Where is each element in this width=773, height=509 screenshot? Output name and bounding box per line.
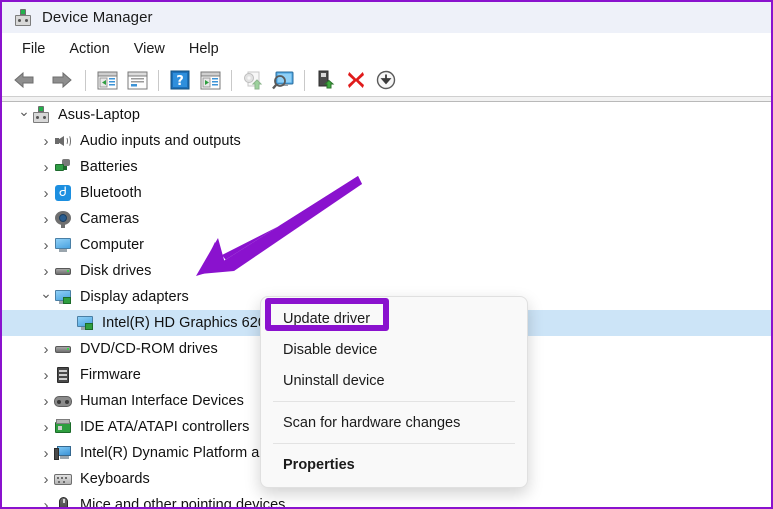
camera-icon — [54, 210, 72, 228]
tree-item-computer[interactable]: Computer — [2, 232, 771, 258]
context-menu-item-properties[interactable]: Properties — [261, 449, 527, 480]
tree-item-label: Computer — [80, 237, 145, 253]
firmware-icon — [54, 366, 72, 384]
uninstall-device-icon[interactable] — [342, 67, 370, 93]
enable-device-icon[interactable] — [312, 67, 340, 93]
menu-file[interactable]: File — [12, 38, 55, 60]
show-hide-action-pane-icon[interactable] — [196, 67, 224, 93]
tree-item-mice-and-other-pointing-devices[interactable]: Mice and other pointing devices — [2, 492, 771, 507]
chevron-down-icon[interactable] — [38, 290, 54, 305]
tree-item-label: Cameras — [80, 211, 140, 227]
scan-for-hardware-changes-icon[interactable] — [269, 67, 297, 93]
help-icon[interactable]: ? — [166, 67, 194, 93]
context-menu-item-uninstall-device[interactable]: Uninstall device — [261, 365, 527, 396]
properties-icon[interactable] — [123, 67, 151, 93]
show-hide-console-tree-icon[interactable] — [93, 67, 121, 93]
chevron-right-icon[interactable] — [38, 238, 54, 253]
menu-view[interactable]: View — [124, 38, 175, 60]
context-menu[interactable]: Update driver Disable device Uninstall d… — [260, 296, 528, 488]
mouse-icon — [54, 496, 72, 507]
context-menu-item-update-driver[interactable]: Update driver — [261, 303, 527, 334]
toolbar-separator — [231, 69, 232, 91]
tree-item-label: Intel(R) HD Graphics 620 — [102, 315, 266, 331]
battery-icon — [54, 158, 72, 176]
chevron-right-icon[interactable] — [38, 186, 54, 201]
chevron-right-icon[interactable] — [38, 446, 54, 461]
tree-item-label: Human Interface Devices — [80, 393, 244, 409]
disable-device-icon[interactable] — [372, 67, 400, 93]
disk-drive-icon — [54, 340, 72, 358]
speaker-icon — [54, 132, 72, 150]
chevron-right-icon[interactable] — [38, 212, 54, 227]
tree-item-bluetooth[interactable]: Ꮷ Bluetooth — [2, 180, 771, 206]
device-manager-window: Device Manager File Action View Help ? ⌄… — [0, 0, 773, 509]
context-menu-separator — [273, 401, 515, 402]
tree-item-label: Audio inputs and outputs — [80, 133, 241, 149]
tree-item-batteries[interactable]: Batteries — [2, 154, 771, 180]
chevron-right-icon[interactable] — [38, 394, 54, 409]
chevron-right-icon[interactable] — [38, 342, 54, 357]
bluetooth-icon: Ꮷ — [54, 184, 72, 202]
computer-icon — [54, 236, 72, 254]
chevron-right-icon[interactable] — [38, 134, 54, 149]
tree-item-disk-drives[interactable]: Disk drives — [2, 258, 771, 284]
keyboard-icon — [54, 470, 72, 488]
window-title: Device Manager — [42, 9, 153, 26]
computer-root-icon — [32, 106, 50, 124]
back-arrow-icon[interactable] — [8, 67, 42, 93]
tree-item-label: Batteries — [80, 159, 138, 175]
tree-item-audio-inputs-and-outputs[interactable]: Audio inputs and outputs — [2, 128, 771, 154]
chevron-right-icon[interactable] — [38, 160, 54, 175]
chevron-down-icon[interactable] — [16, 108, 32, 123]
svg-text:?: ? — [176, 74, 184, 89]
tree-item-label: Disk drives — [80, 263, 152, 279]
toolbar-separator — [304, 69, 305, 91]
menu-help[interactable]: Help — [179, 38, 229, 60]
tree-item-label: Firmware — [80, 367, 141, 383]
tree-item-label: Asus-Laptop — [58, 107, 140, 123]
intel-platform-icon — [54, 444, 72, 462]
device-manager-icon — [14, 8, 32, 27]
toolbar: ? — [2, 64, 771, 97]
display-adapter-icon — [76, 314, 94, 332]
tree-item-label: Display adapters — [80, 289, 189, 305]
tree-item-label: Bluetooth — [80, 185, 142, 201]
chevron-right-icon[interactable] — [38, 264, 54, 279]
display-adapter-icon — [54, 288, 72, 306]
toolbar-separator — [85, 69, 86, 91]
update-driver-icon[interactable] — [239, 67, 267, 93]
title-bar: Device Manager — [2, 2, 771, 33]
ide-controller-icon — [54, 418, 72, 436]
chevron-right-icon[interactable] — [38, 472, 54, 487]
chevron-right-icon[interactable] — [38, 498, 54, 508]
toolbar-separator — [158, 69, 159, 91]
context-menu-item-disable-device[interactable]: Disable device — [261, 334, 527, 365]
tree-item-cameras[interactable]: Cameras — [2, 206, 771, 232]
tree-item-label: Mice and other pointing devices — [80, 497, 286, 507]
chevron-right-icon[interactable] — [38, 368, 54, 383]
tree-item-label: Keyboards — [80, 471, 150, 487]
tree-item-label: DVD/CD-ROM drives — [80, 341, 218, 357]
context-menu-item-scan-for-hardware-changes[interactable]: Scan for hardware changes — [261, 407, 527, 438]
menu-action[interactable]: Action — [59, 38, 119, 60]
chevron-right-icon[interactable] — [38, 420, 54, 435]
context-menu-separator — [273, 443, 515, 444]
disk-drive-icon — [54, 262, 72, 280]
tree-item-label: IDE ATA/ATAPI controllers — [80, 419, 250, 435]
tree-item-asus-laptop[interactable]: Asus-Laptop — [2, 102, 771, 128]
menu-bar: File Action View Help — [2, 33, 771, 64]
forward-arrow-icon[interactable] — [44, 67, 78, 93]
hid-icon — [54, 392, 72, 410]
